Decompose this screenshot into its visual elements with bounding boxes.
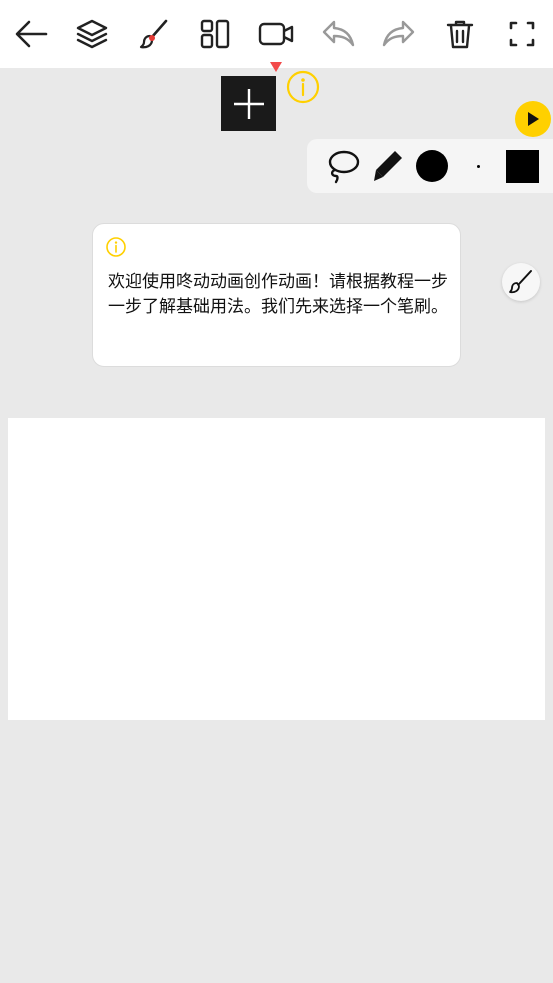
info-icon (286, 70, 320, 104)
pencil-tool-button[interactable] (367, 139, 409, 193)
play-button[interactable] (515, 101, 551, 137)
top-toolbar (0, 0, 553, 68)
pencil-icon (374, 151, 402, 181)
brush-icon (509, 270, 532, 294)
brush-tool-button[interactable] (134, 14, 174, 54)
info-icon (106, 237, 126, 257)
color-circle (416, 150, 448, 182)
trash-icon (446, 20, 474, 49)
color-square (505, 149, 539, 183)
brush-floating-button[interactable] (502, 263, 540, 301)
color-square-button[interactable] (502, 139, 542, 193)
back-button[interactable] (11, 14, 51, 54)
timeline-info-button[interactable] (285, 69, 321, 109)
expand-corners-icon (509, 21, 535, 47)
brush-quick-panel (307, 139, 553, 193)
layout-button[interactable] (195, 14, 235, 54)
lasso-icon (328, 150, 360, 184)
video-camera-icon (258, 22, 294, 46)
arrow-left-icon (15, 20, 48, 48)
undo-icon (322, 20, 355, 47)
layout-icon (200, 19, 230, 49)
brush-size-dot[interactable] (457, 139, 499, 193)
color-swatch-circle[interactable] (411, 139, 453, 193)
size-dot (476, 164, 480, 168)
plus-icon (233, 88, 264, 119)
tip-info (105, 236, 127, 262)
redo-button[interactable] (379, 14, 419, 54)
add-frame-button[interactable] (221, 76, 276, 131)
delete-button[interactable] (440, 14, 480, 54)
tip-text: 欢迎使用咚动动画创作动画！请根据教程一步一步了解基础用法。我们先来选择一个笔刷。 (108, 272, 448, 317)
layers-icon (76, 19, 108, 49)
drawing-canvas[interactable] (8, 418, 545, 720)
undo-button[interactable] (318, 14, 358, 54)
video-button[interactable] (256, 14, 296, 54)
tutorial-tip-card: 欢迎使用咚动动画创作动画！请根据教程一步一步了解基础用法。我们先来选择一个笔刷。 (92, 223, 461, 367)
brush-icon (139, 19, 168, 49)
layers-button[interactable] (72, 14, 112, 54)
fullscreen-button[interactable] (502, 14, 542, 54)
current-frame-marker (270, 62, 282, 72)
lasso-tool-button[interactable] (321, 139, 365, 193)
redo-icon (382, 20, 415, 47)
play-icon (528, 112, 539, 126)
